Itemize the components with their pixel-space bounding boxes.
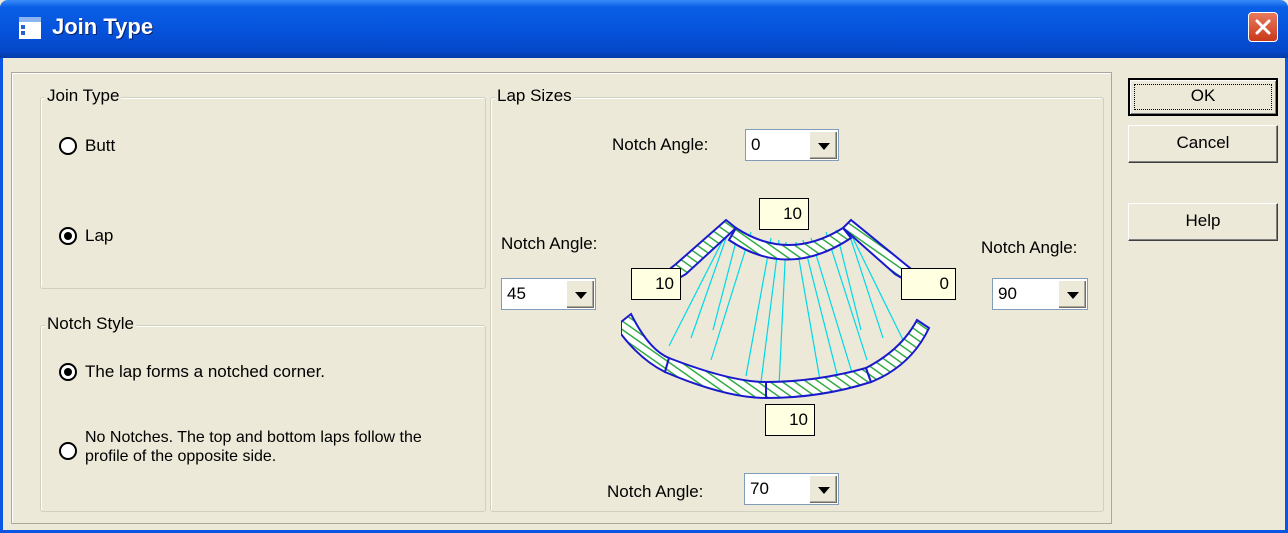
radio-butt-label[interactable]: Butt bbox=[85, 136, 115, 156]
lap-sizes-legend: Lap Sizes bbox=[495, 86, 574, 106]
join-type-legend: Join Type bbox=[45, 86, 122, 106]
left-notch-dropdown-arrow-icon[interactable] bbox=[566, 280, 594, 308]
top-notch-angle-label: Notch Angle: bbox=[612, 135, 709, 154]
close-button[interactable] bbox=[1248, 12, 1278, 42]
ok-button[interactable]: OK bbox=[1128, 78, 1278, 116]
dialog-client-area: Join Type Butt Lap Notch Style The lap f… bbox=[3, 58, 1285, 530]
title-bar[interactable]: Join Type bbox=[0, 0, 1288, 58]
top-notch-dropdown-arrow-icon[interactable] bbox=[809, 131, 837, 159]
right-notch-dropdown-arrow-icon[interactable] bbox=[1058, 280, 1086, 308]
left-lap-size-field[interactable]: 10 bbox=[631, 268, 681, 300]
left-notch-angle-select[interactable]: 45 bbox=[501, 278, 596, 310]
cancel-button-label[interactable]: Cancel bbox=[1177, 133, 1230, 152]
notch-style-legend: Notch Style bbox=[45, 314, 136, 334]
top-notch-angle-value[interactable]: 0 bbox=[746, 135, 808, 155]
right-lap-size-field[interactable]: 0 bbox=[901, 268, 956, 300]
bottom-lap-size-field[interactable]: 10 bbox=[765, 404, 815, 436]
radio-lap[interactable]: Lap bbox=[59, 226, 113, 246]
ok-button-label[interactable]: OK bbox=[1191, 86, 1216, 105]
options-panel: Join Type Butt Lap Notch Style The lap f… bbox=[11, 72, 1112, 524]
radio-no-notches-indicator[interactable] bbox=[59, 442, 77, 460]
help-button[interactable]: Help bbox=[1128, 203, 1278, 241]
top-notch-angle-select[interactable]: 0 bbox=[745, 129, 839, 161]
left-notch-angle-value[interactable]: 45 bbox=[502, 284, 565, 304]
join-type-dialog: Join Type Join Type Butt Lap Notch Style… bbox=[0, 0, 1288, 533]
radio-lap-label[interactable]: Lap bbox=[85, 226, 113, 246]
radio-butt[interactable]: Butt bbox=[59, 136, 115, 156]
radio-notched-corner[interactable]: The lap forms a notched corner. bbox=[59, 362, 325, 382]
left-notch-angle-label: Notch Angle: bbox=[501, 234, 598, 253]
window-title: Join Type bbox=[52, 14, 154, 39]
right-notch-angle-select[interactable]: 90 bbox=[992, 278, 1088, 310]
window-app-icon bbox=[19, 17, 41, 39]
cancel-button[interactable]: Cancel bbox=[1128, 125, 1278, 163]
bottom-notch-angle-value[interactable]: 70 bbox=[745, 479, 808, 499]
radio-notched-corner-indicator[interactable] bbox=[59, 363, 77, 381]
top-lap-size-field[interactable]: 10 bbox=[759, 198, 809, 230]
radio-no-notches-label[interactable]: No Notches. The top and bottom laps foll… bbox=[85, 428, 459, 466]
lap-profile-diagram bbox=[621, 218, 931, 400]
notch-style-group: Notch Style The lap forms a notched corn… bbox=[40, 314, 486, 512]
bottom-notch-angle-label: Notch Angle: bbox=[607, 482, 704, 501]
radio-no-notches[interactable]: No Notches. The top and bottom laps foll… bbox=[59, 428, 459, 466]
bottom-notch-dropdown-arrow-icon[interactable] bbox=[809, 475, 837, 503]
radio-lap-indicator[interactable] bbox=[59, 227, 77, 245]
radio-butt-indicator[interactable] bbox=[59, 137, 77, 155]
close-icon bbox=[1255, 19, 1271, 35]
radio-notched-corner-label[interactable]: The lap forms a notched corner. bbox=[85, 362, 325, 382]
right-notch-angle-value[interactable]: 90 bbox=[993, 284, 1057, 304]
lap-sizes-group: Lap Sizes Notch Angle: 0 Notch Angle: 45… bbox=[490, 86, 1104, 512]
bottom-notch-angle-select[interactable]: 70 bbox=[744, 473, 839, 505]
lap-profile-bands bbox=[621, 218, 931, 400]
join-type-group: Join Type Butt Lap bbox=[40, 86, 486, 289]
help-button-label[interactable]: Help bbox=[1186, 211, 1221, 230]
right-notch-angle-label: Notch Angle: bbox=[981, 238, 1078, 257]
